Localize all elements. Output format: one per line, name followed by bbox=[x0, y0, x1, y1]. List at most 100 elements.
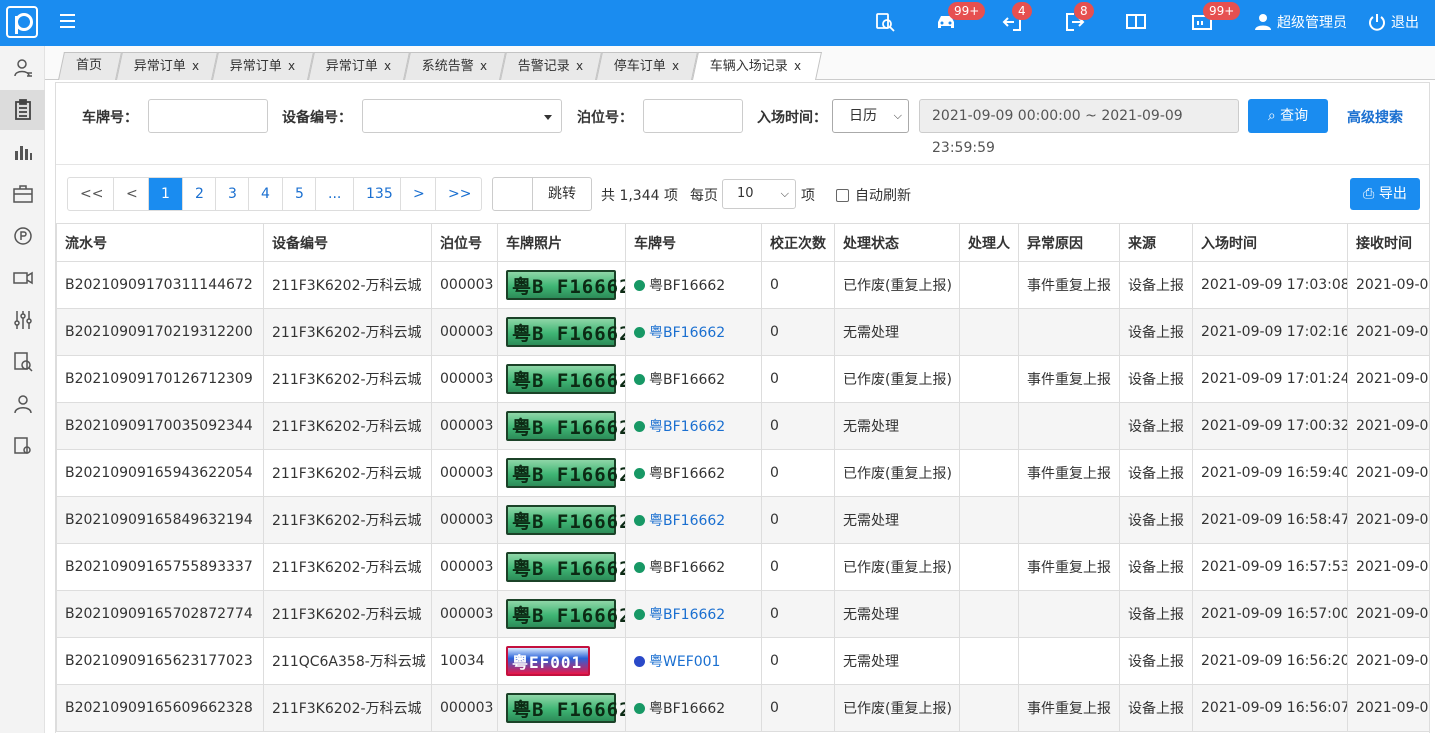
plate-number-cell[interactable]: 粤WEF001 bbox=[625, 637, 762, 685]
close-icon[interactable]: x bbox=[288, 53, 295, 79]
logout-button[interactable]: 退出 bbox=[1368, 12, 1419, 32]
plate-photo-cell[interactable]: 粤B F16662 bbox=[497, 261, 626, 309]
device-select[interactable] bbox=[362, 99, 562, 133]
plate-photo[interactable]: 粤B F16662 bbox=[506, 317, 625, 347]
column-header[interactable]: 入场时间 bbox=[1192, 223, 1348, 262]
user-menu[interactable]: 超级管理员 bbox=[1254, 12, 1347, 32]
plate-photo[interactable]: 粤B F16662 bbox=[506, 411, 625, 441]
table-row[interactable]: B20210909165623177023 211QC6A358-万科云城 1003… bbox=[56, 637, 1429, 685]
plate-photo[interactable]: 粤B F16662 bbox=[506, 270, 625, 300]
tab-exception-order-2[interactable]: 异常订单 x bbox=[212, 52, 314, 80]
sidebar-item-settings[interactable] bbox=[0, 300, 45, 340]
sidebar-item-camera[interactable] bbox=[0, 258, 45, 298]
sidebar-item-stats[interactable] bbox=[0, 132, 45, 172]
berth-input[interactable] bbox=[643, 99, 743, 133]
book-icon[interactable] bbox=[1125, 12, 1147, 32]
last-page-button[interactable]: >> bbox=[436, 178, 481, 210]
table-row[interactable]: B20210909170035092344 211F3K6202-万科云城 0000… bbox=[56, 402, 1429, 450]
plate-photo-cell[interactable]: 粤B F16662 bbox=[497, 684, 626, 732]
table-row[interactable]: B20210909165943622054 211F3K6202-万科云城 0000… bbox=[56, 449, 1429, 497]
advanced-search-link[interactable]: 高级搜索 bbox=[1347, 107, 1403, 127]
menu-toggle-icon[interactable] bbox=[60, 14, 75, 28]
time-label: 入场时间： bbox=[757, 110, 827, 126]
per-page-select[interactable]: 10 ⌵ bbox=[722, 179, 796, 209]
plate-photo[interactable]: 粤B F16662 bbox=[506, 505, 625, 535]
close-icon[interactable]: x bbox=[672, 53, 679, 79]
close-icon[interactable]: x bbox=[576, 53, 583, 79]
table-row[interactable]: B20210909165849632194 211F3K6202-万科云城 0000… bbox=[56, 496, 1429, 544]
plate-number[interactable]: 粤BF16662 bbox=[649, 513, 725, 529]
page-button[interactable]: 2 bbox=[183, 178, 216, 210]
tab-alarm-record[interactable]: 告警记录 x bbox=[500, 52, 602, 80]
plate-photo-cell[interactable]: 粤B F16662 bbox=[497, 449, 626, 497]
plate-input[interactable] bbox=[148, 99, 268, 133]
query-button[interactable]: ⌕ 查询 bbox=[1248, 99, 1328, 133]
table-row[interactable]: B20210909170311144672 211F3K6202-万科云城 0000… bbox=[56, 261, 1429, 309]
sidebar-item-briefcase[interactable] bbox=[0, 174, 45, 214]
first-page-button[interactable]: << bbox=[68, 178, 114, 210]
sidebar-item-person[interactable] bbox=[0, 384, 45, 424]
close-icon[interactable]: x bbox=[384, 53, 391, 79]
app-logo[interactable] bbox=[6, 6, 38, 38]
table-row[interactable]: B20210909165702872774 211F3K6202-万科云城 0000… bbox=[56, 590, 1429, 638]
time-range-input[interactable]: 2021-09-09 00:00:00 ~ 2021-09-09 23:59:5… bbox=[919, 99, 1239, 156]
tab-exception-order-3[interactable]: 异常订单 x bbox=[308, 52, 410, 80]
process-status: 已作废(重复上报) bbox=[834, 543, 960, 591]
plate-number-cell[interactable]: 粤BF16662 bbox=[625, 590, 762, 638]
jump-button[interactable]: 跳转 bbox=[533, 178, 591, 210]
tab-system-alarm[interactable]: 系统告警 x bbox=[404, 52, 506, 80]
close-icon[interactable]: x bbox=[794, 53, 801, 79]
page-button[interactable]: 135 bbox=[354, 178, 401, 210]
plate-photo[interactable]: 粤B F16662 bbox=[506, 552, 625, 582]
tab-parking-order[interactable]: 停车订单 x bbox=[596, 52, 698, 80]
jump-input[interactable] bbox=[493, 178, 533, 210]
plate-photo-cell[interactable]: 粤B F16662 bbox=[497, 355, 626, 403]
sidebar-item-user[interactable] bbox=[0, 48, 45, 88]
plate-photo-cell[interactable]: 粤B F16662 bbox=[497, 402, 626, 450]
auto-refresh-checkbox[interactable] bbox=[836, 188, 849, 202]
plate-photo-cell[interactable]: 粤B F16662 bbox=[497, 308, 626, 356]
plate-number[interactable]: 粤BF16662 bbox=[649, 607, 725, 623]
sidebar-item-query[interactable] bbox=[0, 342, 45, 382]
receive-time: 2021-09-09 bbox=[1347, 637, 1429, 685]
plate-photo[interactable]: 粤B F16662 bbox=[506, 458, 625, 488]
plate-photo-cell[interactable]: 粤B F16662 bbox=[497, 590, 626, 638]
tab-exception-order-1[interactable]: 异常订单 x bbox=[116, 52, 218, 80]
plate-photo[interactable]: 粤B F16662 bbox=[506, 364, 625, 394]
plate-number-cell[interactable]: 粤BF16662 bbox=[625, 402, 762, 450]
tab-home[interactable]: 首页 bbox=[58, 52, 122, 80]
plate-number[interactable]: 粤WEF001 bbox=[649, 654, 720, 670]
export-button[interactable]: ⎙ 导出 bbox=[1350, 178, 1420, 210]
plate-photo[interactable]: 粤B F16662 bbox=[506, 599, 625, 629]
plate-number-cell[interactable]: 粤BF16662 bbox=[625, 496, 762, 544]
next-page-button[interactable]: > bbox=[401, 178, 436, 210]
table-row[interactable]: B20210909170219312200 211F3K6202-万科云城 0000… bbox=[56, 308, 1429, 356]
plate-number[interactable]: 粤BF16662 bbox=[649, 419, 725, 435]
prev-page-button[interactable]: < bbox=[114, 178, 149, 210]
tab-vehicle-entry[interactable]: 车辆入场记录 x bbox=[692, 52, 822, 80]
plate-number[interactable]: 粤BF16662 bbox=[649, 325, 725, 341]
page-button[interactable]: 3 bbox=[216, 178, 249, 210]
sidebar-item-parking[interactable] bbox=[0, 216, 45, 256]
plate-number-cell[interactable]: 粤BF16662 bbox=[625, 308, 762, 356]
calendar-select[interactable]: 日历 ⌵ bbox=[832, 99, 909, 133]
plate-photo-cell[interactable]: 粤EF001 bbox=[497, 637, 626, 685]
page-button[interactable]: 1 bbox=[149, 178, 183, 210]
table-row[interactable]: B20210909165609662328 211F3K6202-万科云城 0000… bbox=[56, 684, 1429, 732]
page-button[interactable]: 4 bbox=[249, 178, 283, 210]
page-button[interactable]: 5 bbox=[283, 178, 316, 210]
plate-photo-cell[interactable]: 粤B F16662 bbox=[497, 543, 626, 591]
per-page-unit: 项 bbox=[801, 188, 815, 204]
plate-photo-cell[interactable]: 粤B F16662 bbox=[497, 496, 626, 544]
entry-time: 2021-09-09 16:59:40 bbox=[1192, 449, 1348, 497]
table-row[interactable]: B20210909165755893337 211F3K6202-万科云城 0000… bbox=[56, 543, 1429, 591]
plate-photo[interactable]: 粤EF001 bbox=[506, 646, 590, 676]
close-icon[interactable]: x bbox=[480, 53, 487, 79]
plate-photo[interactable]: 粤B F16662 bbox=[506, 693, 625, 723]
close-icon[interactable]: x bbox=[192, 53, 199, 79]
auto-refresh-toggle[interactable]: 自动刷新 bbox=[836, 185, 911, 205]
search-doc-icon[interactable] bbox=[874, 12, 896, 32]
sidebar-item-config[interactable] bbox=[0, 426, 45, 466]
sidebar-item-orders[interactable] bbox=[0, 90, 45, 130]
table-row[interactable]: B20210909170126712309 211F3K6202-万科云城 0000… bbox=[56, 355, 1429, 403]
